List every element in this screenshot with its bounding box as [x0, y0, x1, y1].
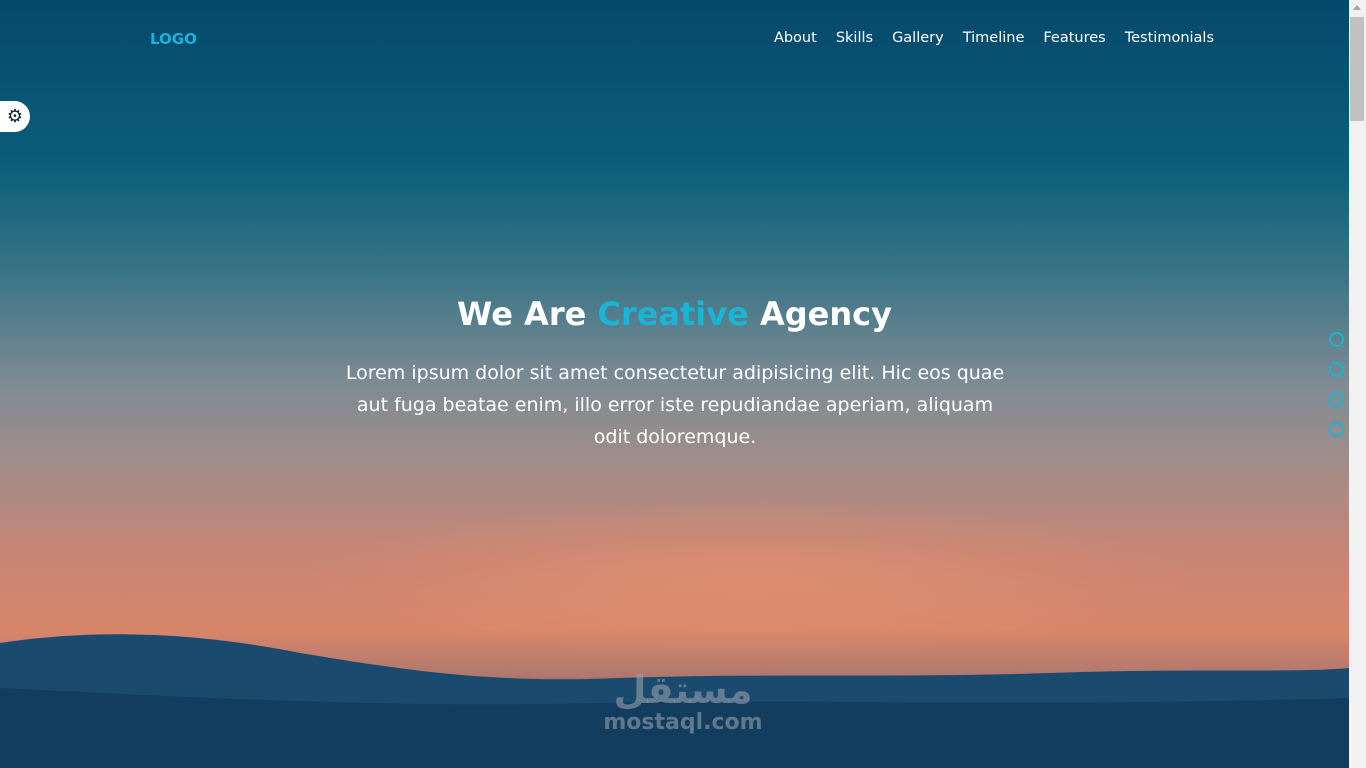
- nav-testimonials[interactable]: Testimonials: [1125, 30, 1214, 46]
- scroll-up-arrow-icon[interactable]: [1353, 5, 1361, 10]
- hero-title: We Are Creative Agency: [0, 295, 1349, 333]
- hero-section: LOGO About Skills Gallery Timeline Featu…: [0, 0, 1349, 768]
- watermark-arabic: مستقل: [613, 668, 753, 712]
- title-pre: We Are: [457, 295, 587, 333]
- scrollbar-thumb[interactable]: [1350, 17, 1364, 121]
- logo[interactable]: LOGO: [150, 30, 197, 48]
- scrollbar[interactable]: [1349, 0, 1366, 768]
- watermark: مستقل mostaql.com: [600, 670, 766, 735]
- nav-skills[interactable]: Skills: [836, 30, 873, 46]
- bullet-2[interactable]: [1329, 362, 1344, 377]
- bullet-4[interactable]: [1329, 422, 1344, 437]
- hero-description: Lorem ipsum dolor sit amet consectetur a…: [345, 362, 1005, 448]
- nav-about[interactable]: About: [774, 30, 817, 46]
- bullet-1[interactable]: [1329, 332, 1344, 347]
- bullet-3[interactable]: [1329, 392, 1344, 407]
- gear-icon: ⚙: [6, 106, 24, 127]
- title-accent: Creative: [597, 295, 749, 333]
- title-post: Agency: [759, 295, 892, 333]
- watermark-latin: mostaql.com: [603, 710, 763, 735]
- nav-bullets: [1329, 332, 1344, 437]
- settings-toggle-button[interactable]: ⚙: [0, 101, 30, 132]
- nav-gallery[interactable]: Gallery: [892, 30, 944, 46]
- main-nav: About Skills Gallery Timeline Features T…: [774, 30, 1214, 46]
- nav-features[interactable]: Features: [1043, 30, 1105, 46]
- nav-timeline[interactable]: Timeline: [963, 30, 1025, 46]
